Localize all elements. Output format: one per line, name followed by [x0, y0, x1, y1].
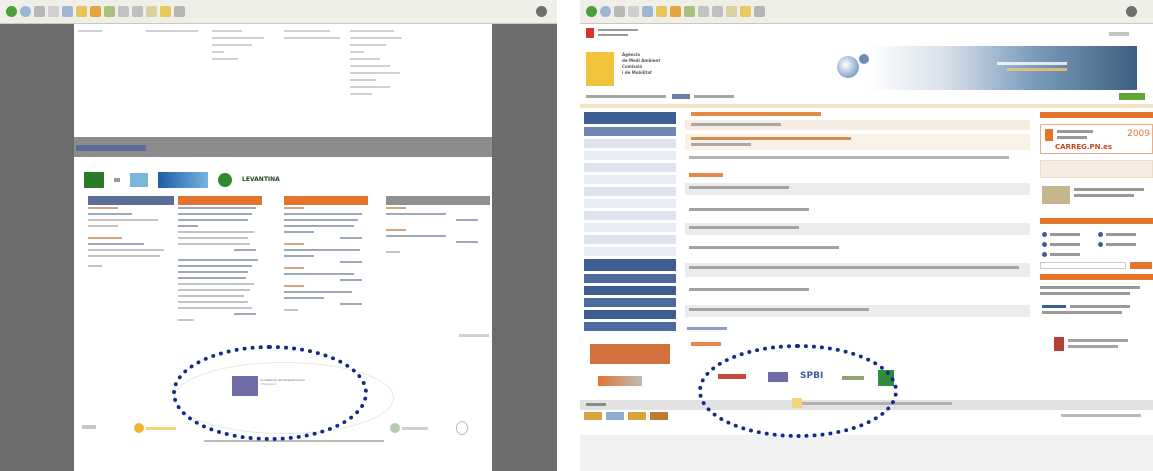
agency-name: Agència de Medi Ambient Comissió i de Mo… — [622, 52, 661, 75]
tools-icon[interactable] — [754, 6, 765, 17]
more-link[interactable] — [687, 327, 727, 330]
nav-item-section[interactable] — [584, 127, 676, 136]
nav-item-2[interactable] — [584, 259, 676, 271]
column-header-3 — [284, 196, 368, 205]
site-banner: Agència de Medi Ambient Comissió i de Mo… — [580, 46, 1153, 92]
left-screenshot: LEVANTINA Conselleria de Infraestructura… — [0, 0, 557, 471]
footer-logo-right[interactable] — [390, 423, 400, 433]
left-browser-toolbar — [0, 0, 557, 24]
nav-item-7[interactable] — [584, 322, 676, 331]
forward-icon[interactable] — [600, 6, 611, 17]
stop-icon[interactable] — [34, 6, 45, 17]
breadcrumb-bar — [580, 92, 1153, 102]
home-icon[interactable] — [642, 6, 653, 17]
agency-logo[interactable] — [586, 52, 614, 86]
nav-item-home[interactable] — [584, 112, 676, 124]
partner-logo-2[interactable] — [130, 173, 148, 187]
favorites-icon[interactable] — [90, 6, 101, 17]
folder-icon[interactable] — [160, 6, 171, 17]
partner-logo-4[interactable] — [218, 173, 232, 187]
column-2 — [178, 207, 262, 325]
sidebar-form[interactable] — [1040, 160, 1153, 178]
favorites-icon[interactable] — [670, 6, 681, 17]
nav-item-5[interactable] — [584, 298, 676, 307]
page-footer-copyright — [204, 440, 384, 442]
main-title — [691, 112, 821, 116]
back-icon[interactable] — [586, 6, 597, 17]
history-icon[interactable] — [104, 6, 115, 17]
gov-header — [580, 24, 1153, 46]
sidebar-options[interactable] — [1040, 230, 1153, 270]
right-screenshot: Agència de Medi Ambient Comissió i de Mo… — [580, 0, 1153, 471]
search-icon[interactable] — [76, 6, 87, 17]
nav-partner-logo[interactable] — [598, 376, 642, 386]
gov-flag-icon — [586, 28, 594, 38]
right-sidebar: 2009 CARREG.PN.es — [1040, 112, 1153, 402]
nav-promo-banner[interactable] — [590, 344, 670, 364]
highlight-ellipse-left — [172, 345, 368, 441]
partner-logo-1[interactable] — [84, 172, 104, 188]
history-icon[interactable] — [684, 6, 695, 17]
mail-icon[interactable] — [118, 6, 129, 17]
footer-badge-1[interactable] — [584, 412, 602, 420]
throbber-icon — [536, 6, 547, 17]
sitemap-links — [74, 24, 492, 134]
footer-logo-sun[interactable] — [134, 423, 144, 433]
nav-item-6[interactable] — [584, 310, 676, 319]
left-navigation — [584, 112, 676, 386]
banner-photo — [837, 46, 1137, 90]
edit-icon[interactable] — [146, 6, 157, 17]
column-header-4 — [386, 196, 490, 205]
search-icon[interactable] — [656, 6, 667, 17]
print-icon[interactable] — [712, 6, 723, 17]
stop-icon[interactable] — [614, 6, 625, 17]
refresh-icon[interactable] — [48, 6, 59, 17]
column-1 — [88, 207, 174, 271]
nav-item-3[interactable] — [584, 274, 676, 283]
footer-links[interactable] — [1061, 414, 1141, 417]
column-header-2 — [178, 196, 262, 205]
partner-logo-text: LEVANTINA — [242, 176, 280, 183]
footer-badge-4[interactable] — [650, 412, 668, 420]
partner-logo-3[interactable] — [158, 172, 208, 188]
edit-icon[interactable] — [726, 6, 737, 17]
language-selector[interactable] — [1109, 32, 1129, 36]
folder-icon[interactable] — [740, 6, 751, 17]
right-browser-toolbar — [580, 0, 1153, 24]
footer-badge-3[interactable] — [628, 412, 646, 420]
back-icon[interactable] — [6, 6, 17, 17]
section-header-label — [76, 145, 146, 151]
partner-logos-strip: LEVANTINA — [84, 167, 354, 193]
sidebar-photo-item[interactable] — [1040, 184, 1153, 210]
page-bottom — [580, 435, 1153, 471]
forward-icon[interactable] — [20, 6, 31, 17]
refresh-icon[interactable] — [628, 6, 639, 17]
column-header-1 — [88, 196, 174, 205]
footer-badge-2[interactable] — [606, 412, 624, 420]
mail-icon[interactable] — [698, 6, 709, 17]
column-3 — [284, 207, 368, 315]
tools-icon[interactable] — [174, 6, 185, 17]
search-go-button[interactable] — [1119, 93, 1145, 100]
event-promo[interactable]: 2009 CARREG.PN.es — [1040, 124, 1153, 154]
print-icon[interactable] — [132, 6, 143, 17]
pagination-text[interactable] — [459, 334, 489, 337]
throbber-icon — [1126, 6, 1137, 17]
nav-item-4[interactable] — [584, 286, 676, 295]
column-4 — [386, 207, 490, 257]
home-icon[interactable] — [62, 6, 73, 17]
highlight-ellipse-right — [698, 344, 898, 438]
sidebar-gov-logo[interactable] — [1040, 333, 1153, 357]
footer-badges — [584, 412, 674, 420]
globe-icon — [837, 56, 859, 78]
